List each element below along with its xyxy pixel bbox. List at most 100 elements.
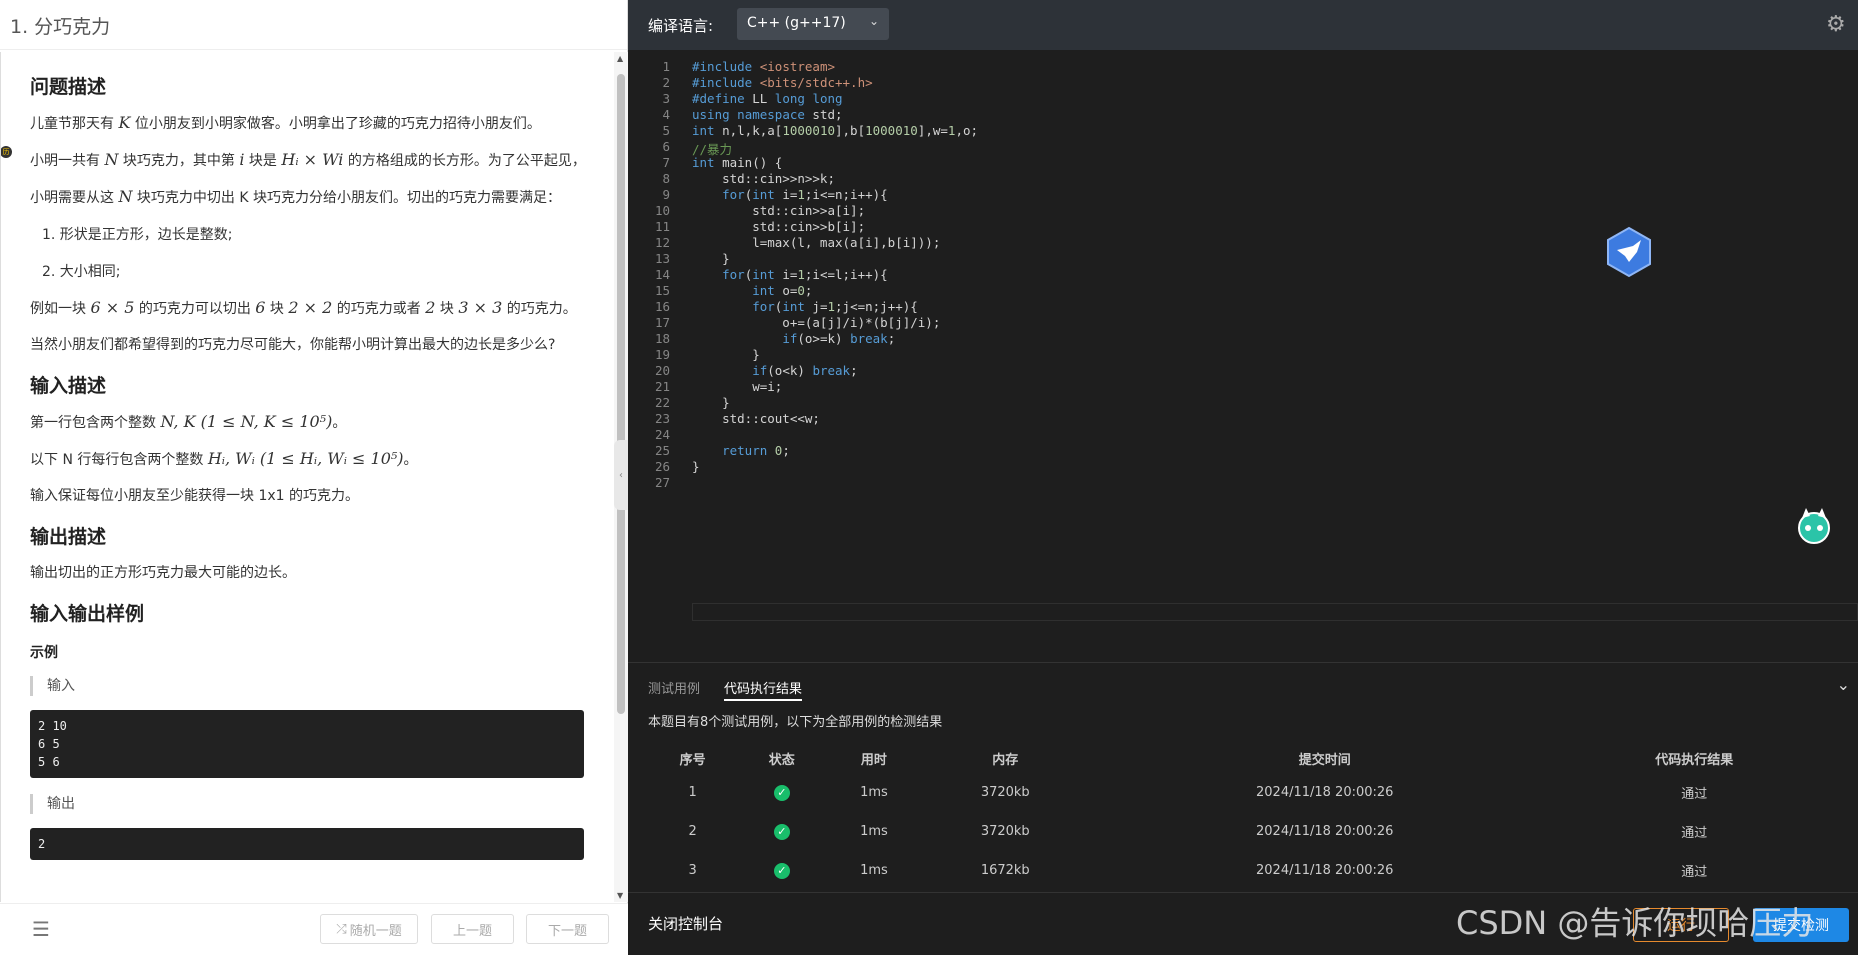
input-paragraph-3: 输入保证每位小朋友至少能获得一块 1x1 的巧克力。 [30,488,359,504]
row-result: 通过 [1681,787,1708,802]
results-summary: 本题目有8个测试用例，以下为全部用例的检测结果 [648,715,943,730]
row-status: ✓ [737,773,826,812]
desc-list-item: 1. 形状是正方形，边长是整数; [42,227,233,243]
header-id: 序号 [679,752,706,768]
code-line[interactable]: } [692,347,760,362]
desc-list-item: 2. 大小相同; [42,264,121,280]
row-memory: 3720kb [980,824,1030,839]
line-number: 20 [654,363,670,378]
ai-assistant-icon[interactable] [1603,226,1655,278]
row-id: 2 [688,824,697,839]
code-line[interactable]: std::cin>>b[i]; [692,219,865,234]
chevron-left-icon: ‹ [619,469,623,481]
code-line[interactable]: std::cout<<w; [692,411,820,426]
row-status: ✓ [737,851,826,890]
line-number: 9 [662,187,670,202]
check-circle-icon: ✓ [773,862,790,879]
code-line[interactable]: #include <bits/stdc++.h> [692,75,873,90]
close-console-button[interactable]: 关闭控制台 [648,913,723,934]
row-id: 1 [688,785,697,800]
code-line[interactable]: for(int j=1;j<=n;j++){ [692,299,918,314]
line-number: 14 [654,267,670,282]
next-problem-button[interactable]: 下一题 [526,914,609,944]
row-submitted: 2024/11/18 20:00:26 [1256,785,1394,800]
row-submitted: 2024/11/18 20:00:26 [1256,824,1394,839]
header-submitted: 提交时间 [1298,752,1351,768]
code-line[interactable]: for(int i=1;i<=n;i++){ [692,187,888,202]
sample-input-box[interactable]: 2 10 6 5 5 6 [30,710,584,778]
code-line[interactable]: return 0; [692,443,790,458]
line-number: 1 [662,59,670,74]
gear-icon[interactable]: ⚙ [1826,12,1852,38]
results-table: 序号 状态 用时 内存 提交时间 代码执行结果 1 ✓ 1ms 3720kb 2024/… [648,743,1828,890]
table-row: 2 ✓ 1ms 3720kb 2024/11/18 20:00:26 通过 [648,812,1828,851]
row-time: 1ms [860,824,888,839]
scrollbar-thumb[interactable] [617,74,625,714]
code-line[interactable]: std::cin>>a[i]; [692,203,865,218]
desc-paragraph-1: 儿童节那天有 K 位小朋友到小明家做客。小明拿出了珍藏的巧克力招待小朋友们。 [30,113,541,132]
sample-input-label: 输入 [30,676,584,696]
code-line[interactable]: #include <iostream> [692,59,835,74]
list-icon[interactable]: ☰ [32,917,50,941]
code-line[interactable]: for(int i=1;i<=l;i++){ [692,267,888,282]
row-memory: 3720kb [980,785,1030,800]
code-line[interactable]: int o=0; [692,283,812,298]
code-line[interactable]: } [692,251,730,266]
header-memory: 内存 [992,752,1019,768]
row-time: 1ms [860,785,888,800]
prev-problem-button[interactable]: 上一题 [431,914,514,944]
line-number: 23 [654,411,670,426]
editor-panel: 编译语言: C++ (g++17) ⌄ ⚙ 1 #include <iostrea… [628,0,1858,955]
code-line[interactable]: int main() { [692,155,782,170]
cursor-line [692,603,1858,621]
line-number: 22 [654,395,670,410]
desc-paragraph-3: 小明需要从这 N 块巧克力中切出 K 块巧克力分给小朋友们。切出的巧克力需要满足… [30,187,561,206]
code-line[interactable]: if(o>=k) break; [692,331,895,346]
check-circle-icon: ✓ [773,823,790,840]
line-number: 10 [654,203,670,218]
code-line[interactable]: } [692,395,730,410]
code-line[interactable]: #define LL long long [692,91,843,106]
code-line[interactable]: std::cin>>n>>k; [692,171,835,186]
line-number: 15 [654,283,670,298]
editor-toolbar: 编译语言: C++ (g++17) ⌄ ⚙ [628,0,1858,50]
language-select[interactable]: C++ (g++17) ⌄ [737,8,889,40]
header-result: 代码执行结果 [1655,752,1734,768]
table-row: 1 ✓ 1ms 3720kb 2024/11/18 20:00:26 通过 [648,773,1828,812]
tab-results[interactable]: 代码执行结果 [724,678,803,701]
row-result: 通过 [1681,865,1708,880]
code-line[interactable]: using namespace std; [692,107,843,122]
line-number: 17 [654,315,670,330]
line-number: 8 [662,171,670,186]
table-row: 3 ✓ 1ms 1672kb 2024/11/18 20:00:26 通过 [648,851,1828,890]
code-editor[interactable]: 1 #include <iostream> 2 #include <bits/stdc… [628,50,1858,662]
collapse-panel-handle[interactable]: ‹ [614,440,628,510]
code-line[interactable]: o+=(a[j]/i)*(b[j]/i); [692,315,940,330]
line-number: 16 [654,299,670,314]
header-time: 用时 [860,752,887,768]
line-number: 24 [654,427,670,442]
sample-output-box[interactable]: 2 [30,828,584,860]
code-line[interactable]: int n,l,k,a[1000010],b[1000010],w=1,o; [692,123,978,138]
code-line[interactable]: } [692,459,700,474]
line-number: 4 [662,107,670,122]
code-line[interactable]: w=i; [692,379,782,394]
line-number: 3 [662,91,670,106]
input-heading: 输入描述 [30,375,107,397]
mascot-icon[interactable] [1794,506,1834,546]
chevron-down-icon: ⌄ [868,14,879,28]
line-number: 5 [662,123,670,138]
code-line[interactable]: if(o<k) break; [692,363,857,378]
line-number: 13 [654,251,670,266]
random-problem-button[interactable]: ⤮ 随机一题 [320,914,418,944]
problem-nav-bar: ☰ ⤮ 随机一题 上一题 下一题 [0,903,628,955]
line-number: 19 [654,347,670,362]
chevron-down-icon[interactable]: ⌄ [1837,675,1850,694]
scroll-up-icon[interactable]: ▲ [617,54,623,63]
scroll-down-icon[interactable]: ▼ [617,891,623,900]
sample-heading: 输入输出样例 [30,603,145,625]
sample-title: 示例 [30,645,58,661]
tab-testcases[interactable]: 测试用例 [648,678,700,697]
row-id: 3 [688,863,697,878]
code-line[interactable]: l=max(l, max(a[i],b[i])); [692,235,940,250]
